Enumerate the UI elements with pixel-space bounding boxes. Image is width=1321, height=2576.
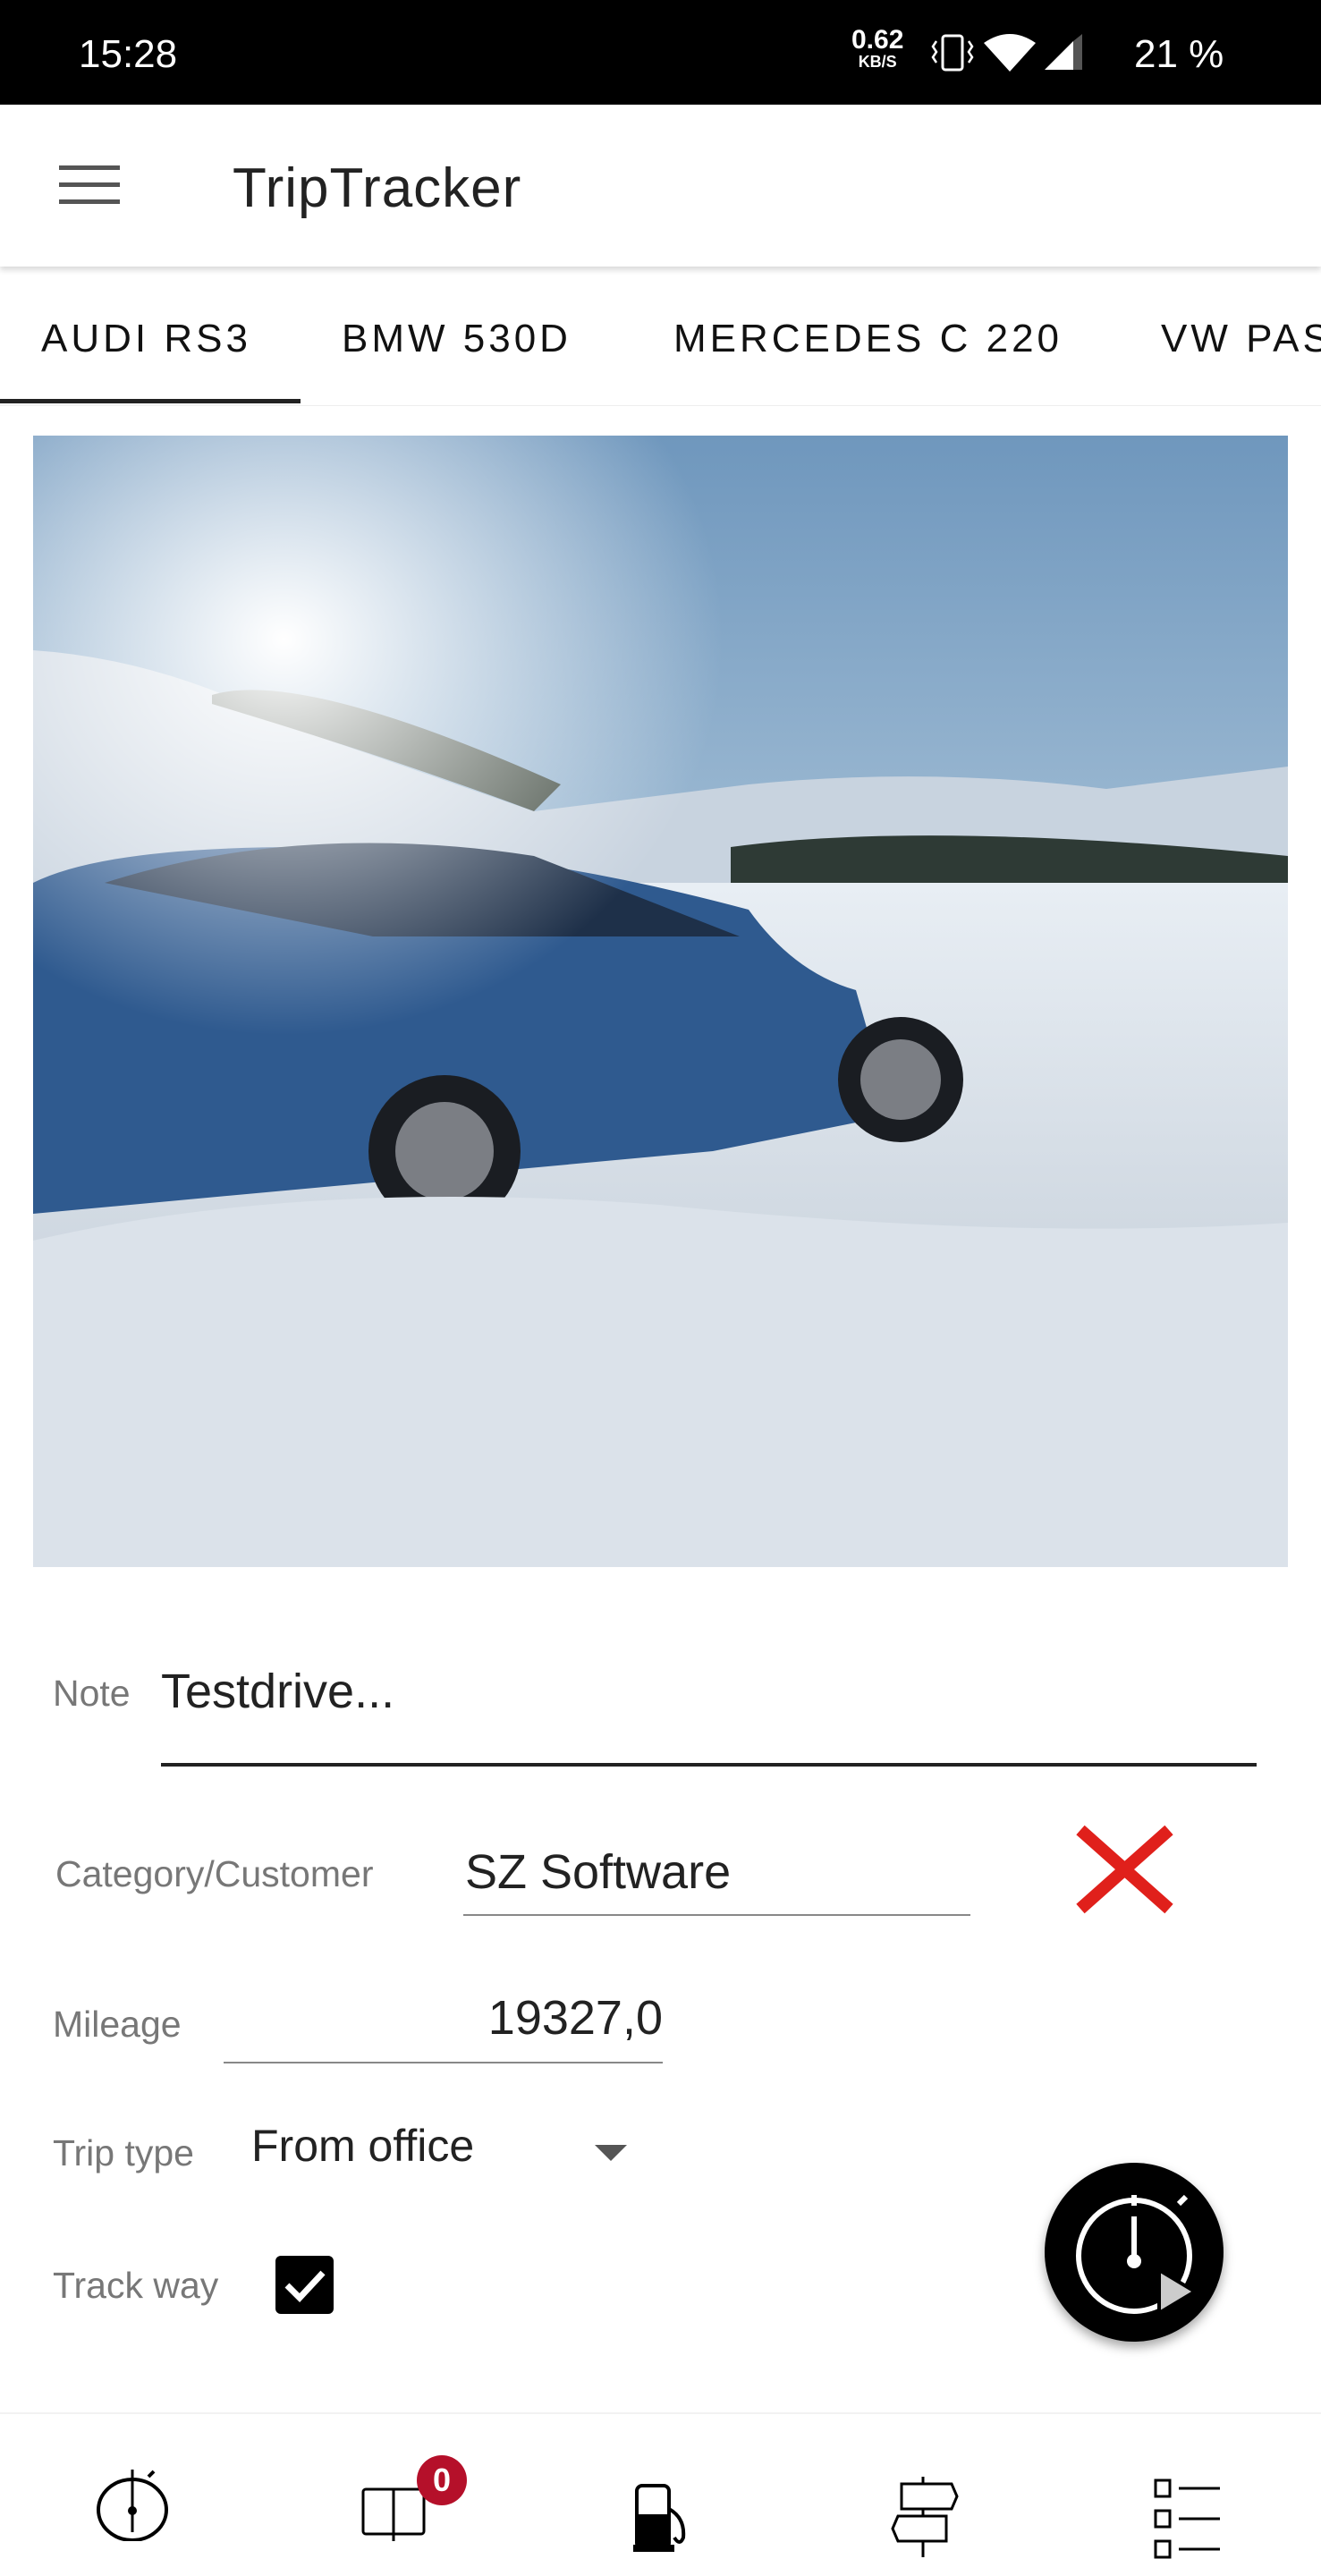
trip-type-select[interactable]: From office [246, 2120, 639, 2187]
mileage-label: Mileage [53, 2004, 182, 2045]
signpost-icon[interactable] [889, 2477, 961, 2557]
app-bar: TripTracker [0, 105, 1321, 267]
hamburger-icon[interactable] [45, 158, 134, 212]
bottom-nav: 0 [0, 2412, 1321, 2576]
vehicle-tabs: AUDI RS3 BMW 530D MERCEDES C 220 VW PASS… [0, 267, 1321, 406]
note-label: Note [53, 1673, 131, 1714]
signal-icon [1045, 34, 1082, 70]
tab-audi-rs3[interactable]: AUDI RS3 [41, 317, 251, 361]
note-input[interactable]: Testdrive... [161, 1664, 1257, 1767]
net-speed: 0.62 KB/S [851, 25, 904, 71]
vibrate-icon [931, 34, 974, 72]
app-title: TripTracker [233, 157, 522, 219]
book-badge: 0 [417, 2455, 467, 2505]
tab-vw-passat[interactable]: VW PASSAT [1161, 317, 1321, 361]
stopwatch-icon[interactable] [97, 2461, 168, 2541]
red-x-icon[interactable] [1073, 1825, 1176, 1914]
tab-indicator [0, 399, 301, 403]
category-label: Category/Customer [55, 1853, 374, 1894]
dropdown-arrow-icon [595, 2145, 627, 2161]
tab-mercedes-c220[interactable]: MERCEDES C 220 [673, 317, 1063, 361]
start-trip-fab[interactable] [1045, 2163, 1224, 2342]
trip-type-value: From office [251, 2121, 475, 2171]
fuel-pump-icon[interactable] [633, 2484, 690, 2554]
status-bar: 15:28 0.62 KB/S 21 % [0, 0, 1321, 105]
battery-level: 21 % [1134, 32, 1224, 76]
track-way-checkbox[interactable] [275, 2256, 334, 2314]
stopwatch-play-icon [1076, 2194, 1198, 2317]
wifi-icon [984, 34, 1036, 72]
category-input[interactable]: SZ Software [463, 1844, 970, 1916]
checklist-icon[interactable] [1154, 2479, 1225, 2559]
trip-type-label: Trip type [53, 2132, 194, 2174]
mileage-input[interactable]: 19327,0 [224, 1990, 663, 2063]
tab-bmw-530d[interactable]: BMW 530D [342, 317, 572, 361]
vehicle-photo [33, 436, 1288, 1567]
clock: 15:28 [79, 32, 178, 76]
book-icon[interactable] [358, 2486, 429, 2548]
track-way-label: Track way [53, 2265, 219, 2306]
